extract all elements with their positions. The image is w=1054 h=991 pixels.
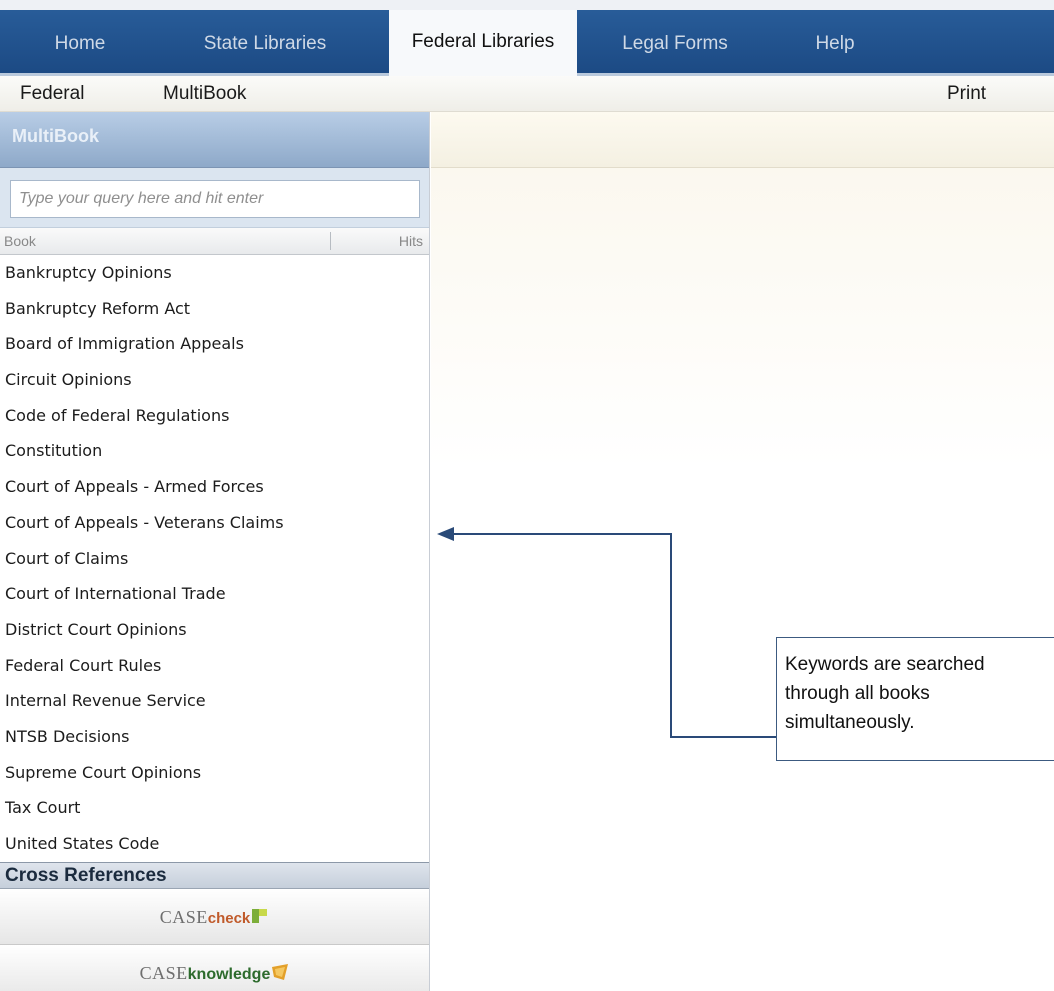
casecheck-suffix: check	[207, 909, 251, 927]
arrow-head-icon	[437, 527, 454, 541]
casecheck-logo-icon	[252, 908, 268, 923]
top-stripe	[0, 0, 1054, 10]
book-item-code-of-federal-regulations[interactable]: Code of Federal Regulations	[0, 398, 429, 434]
col-hits-header[interactable]: Hits	[399, 233, 423, 249]
caseknowledge-logo-icon	[272, 963, 289, 980]
book-list: Bankruptcy Opinions Bankruptcy Reform Ac…	[0, 255, 429, 862]
caseknowledge-suffix: knowledge	[187, 965, 271, 983]
casecheck-button[interactable]: CASEcheck	[0, 888, 429, 945]
book-item-ntsb-decisions[interactable]: NTSB Decisions	[0, 719, 429, 755]
book-item-court-of-claims[interactable]: Court of Claims	[0, 541, 429, 577]
book-item-federal-court-rules[interactable]: Federal Court Rules	[0, 648, 429, 684]
multibook-panel: MultiBook Book Hits Bankruptcy Opinions …	[0, 112, 430, 991]
search-area	[0, 168, 429, 228]
tab-legal-forms[interactable]: Legal Forms	[610, 14, 740, 76]
sub-nav: Federal MultiBook Print	[0, 76, 1054, 112]
book-item-court-of-international-trade[interactable]: Court of International Trade	[0, 576, 429, 612]
book-item-court-of-appeals-veterans-claims[interactable]: Court of Appeals - Veterans Claims	[0, 505, 429, 541]
cross-references-heading: Cross References	[0, 861, 429, 889]
tab-help[interactable]: Help	[790, 14, 880, 76]
content-area	[431, 168, 1054, 468]
callout-connector-line	[452, 533, 776, 738]
column-divider[interactable]	[330, 232, 331, 250]
subnav-multibook[interactable]: MultiBook	[163, 83, 246, 105]
book-item-court-of-appeals-armed-forces[interactable]: Court of Appeals - Armed Forces	[0, 469, 429, 505]
panel-title: MultiBook	[0, 112, 429, 168]
caseknowledge-button[interactable]: CASEknowledge	[0, 944, 429, 991]
content-toolbar	[431, 112, 1054, 168]
search-input[interactable]	[10, 180, 420, 218]
tab-federal-libraries[interactable]: Federal Libraries	[389, 10, 577, 76]
book-item-circuit-opinions[interactable]: Circuit Opinions	[0, 362, 429, 398]
book-item-district-court-opinions[interactable]: District Court Opinions	[0, 612, 429, 648]
tab-state-libraries[interactable]: State Libraries	[160, 14, 370, 76]
book-item-board-of-immigration-appeals[interactable]: Board of Immigration Appeals	[0, 326, 429, 362]
book-item-supreme-court-opinions[interactable]: Supreme Court Opinions	[0, 755, 429, 791]
print-link[interactable]: Print	[947, 83, 986, 105]
book-item-constitution[interactable]: Constitution	[0, 433, 429, 469]
book-item-united-states-code[interactable]: United States Code	[0, 826, 429, 862]
book-item-internal-revenue-service[interactable]: Internal Revenue Service	[0, 683, 429, 719]
top-nav: Home State Libraries Federal Libraries L…	[0, 0, 1054, 76]
subnav-federal[interactable]: Federal	[20, 83, 84, 105]
tab-home[interactable]: Home	[20, 14, 140, 76]
book-item-bankruptcy-opinions[interactable]: Bankruptcy Opinions	[0, 255, 429, 291]
col-book-header[interactable]: Book	[4, 233, 36, 249]
book-list-header: Book Hits	[0, 228, 429, 255]
book-item-bankruptcy-reform-act[interactable]: Bankruptcy Reform Act	[0, 291, 429, 327]
caseknowledge-prefix: CASE	[139, 962, 188, 983]
book-item-tax-court[interactable]: Tax Court	[0, 790, 429, 826]
annotation-callout: Keywords are searched through all books …	[776, 637, 1054, 761]
casecheck-prefix: CASE	[159, 906, 208, 927]
